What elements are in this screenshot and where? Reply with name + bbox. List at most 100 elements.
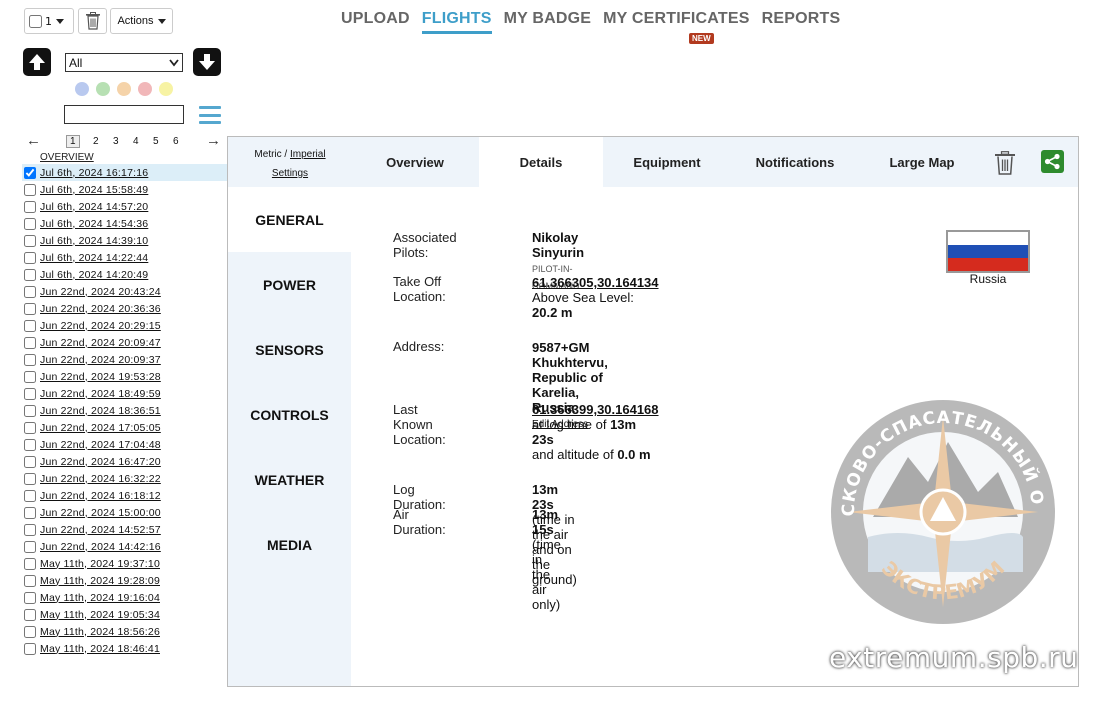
flight-checkbox[interactable] — [24, 285, 36, 298]
flight-link[interactable]: Jun 22nd, 2024 18:49:59 — [40, 388, 161, 400]
share-button[interactable] — [1041, 150, 1064, 173]
flight-checkbox[interactable] — [24, 591, 36, 604]
flight-link[interactable]: May 11th, 2024 19:28:09 — [40, 575, 160, 587]
flight-checkbox[interactable] — [24, 557, 36, 570]
section-controls[interactable]: CONTROLS — [228, 382, 351, 447]
tab-overview[interactable]: Overview — [352, 137, 478, 187]
flight-checkbox[interactable] — [24, 302, 36, 315]
flight-checkbox[interactable] — [24, 234, 36, 247]
flight-link[interactable]: Jul 6th, 2024 14:22:44 — [40, 252, 148, 264]
select-count-dropdown[interactable]: 1 — [24, 8, 74, 34]
flight-checkbox[interactable] — [24, 251, 36, 264]
flight-list-item[interactable]: Jun 22nd, 2024 17:04:48 — [22, 436, 228, 453]
flight-link[interactable]: Jun 22nd, 2024 20:09:37 — [40, 354, 161, 366]
flight-checkbox[interactable] — [24, 540, 36, 553]
flight-link[interactable]: Jun 22nd, 2024 20:29:15 — [40, 320, 161, 332]
flight-checkbox[interactable] — [24, 608, 36, 621]
flight-list-item[interactable]: Jul 6th, 2024 14:20:49 — [22, 266, 228, 283]
color-filter-blue[interactable] — [75, 82, 89, 96]
tab-details[interactable]: Details — [479, 137, 603, 187]
flight-link[interactable]: Jun 22nd, 2024 14:42:16 — [40, 541, 161, 553]
flight-checkbox[interactable] — [24, 387, 36, 400]
flight-list-item[interactable]: Jun 22nd, 2024 14:52:57 — [22, 521, 228, 538]
flight-link[interactable]: Jun 22nd, 2024 19:53:28 — [40, 371, 161, 383]
section-power[interactable]: POWER — [228, 252, 351, 317]
flight-link[interactable]: Jul 6th, 2024 15:58:49 — [40, 184, 148, 196]
flight-link[interactable]: Jun 22nd, 2024 18:36:51 — [40, 405, 161, 417]
nav-reports[interactable]: REPORTS — [762, 10, 841, 34]
flight-list-item[interactable]: Jun 22nd, 2024 19:53:28 — [22, 368, 228, 385]
flight-checkbox[interactable] — [24, 404, 36, 417]
flight-checkbox[interactable] — [24, 489, 36, 502]
last-coords-link[interactable]: 61.366399,30.164168 — [532, 402, 659, 417]
page-6[interactable]: 6 — [173, 136, 179, 147]
arrow-left-icon[interactable]: ← — [26, 132, 41, 149]
units-metric[interactable]: Metric — [254, 149, 281, 160]
flight-list-item[interactable]: Jul 6th, 2024 14:22:44 — [22, 249, 228, 266]
flight-list-item[interactable]: May 11th, 2024 19:16:04 — [22, 589, 228, 606]
flight-list-item[interactable]: Jun 22nd, 2024 16:47:20 — [22, 453, 228, 470]
flight-link[interactable]: Jul 6th, 2024 14:54:36 — [40, 218, 148, 230]
nav-my-badge[interactable]: MY BADGE — [504, 10, 592, 34]
flight-list-item[interactable]: May 11th, 2024 19:28:09 — [22, 572, 228, 589]
flight-checkbox[interactable] — [24, 642, 36, 655]
flight-link[interactable]: Jul 6th, 2024 14:20:49 — [40, 269, 148, 281]
tab-equipment[interactable]: Equipment — [604, 137, 730, 187]
flight-list-item[interactable]: Jul 6th, 2024 15:58:49 — [22, 181, 228, 198]
flight-checkbox[interactable] — [24, 523, 36, 536]
section-sensors[interactable]: SENSORS — [228, 317, 351, 382]
flight-link[interactable]: May 11th, 2024 18:46:41 — [40, 643, 160, 655]
flight-list-item[interactable]: Jun 22nd, 2024 14:42:16 — [22, 538, 228, 555]
flight-list-item[interactable]: Jun 22nd, 2024 17:05:05 — [22, 419, 228, 436]
flight-link[interactable]: May 11th, 2024 18:56:26 — [40, 626, 160, 638]
color-filter-green[interactable] — [96, 82, 110, 96]
flight-link[interactable]: Jul 6th, 2024 16:17:16 — [40, 167, 148, 179]
flight-list-item[interactable]: Jun 22nd, 2024 16:18:12 — [22, 487, 228, 504]
flight-list-item[interactable]: Jun 22nd, 2024 20:09:47 — [22, 334, 228, 351]
flight-list-item[interactable]: Jun 22nd, 2024 18:36:51 — [22, 402, 228, 419]
sort-up-button[interactable] — [23, 48, 51, 76]
flight-link[interactable]: Jun 22nd, 2024 16:32:22 — [40, 473, 161, 485]
flight-list-item[interactable]: Jun 22nd, 2024 20:29:15 — [22, 317, 228, 334]
flight-list-item[interactable]: Jun 22nd, 2024 18:49:59 — [22, 385, 228, 402]
flight-link[interactable]: Jun 22nd, 2024 17:04:48 — [40, 439, 161, 451]
flight-link[interactable]: May 11th, 2024 19:16:04 — [40, 592, 160, 604]
flight-checkbox[interactable] — [24, 166, 36, 179]
settings-link[interactable]: Settings — [272, 168, 308, 179]
flight-checkbox[interactable] — [24, 183, 36, 196]
flight-link[interactable]: Jun 22nd, 2024 20:09:47 — [40, 337, 161, 349]
nav-upload[interactable]: UPLOAD — [341, 10, 410, 34]
color-filter-orange[interactable] — [117, 82, 131, 96]
flight-list-item[interactable]: Jul 6th, 2024 14:54:36 — [22, 215, 228, 232]
flight-list-item[interactable]: Jun 22nd, 2024 20:43:24 — [22, 283, 228, 300]
flight-search-input[interactable] — [64, 105, 184, 124]
page-2[interactable]: 2 — [93, 136, 99, 147]
flight-link[interactable]: Jun 22nd, 2024 16:18:12 — [40, 490, 161, 502]
flight-checkbox[interactable] — [24, 574, 36, 587]
flight-list-item[interactable]: Jun 22nd, 2024 20:36:36 — [22, 300, 228, 317]
flight-link[interactable]: Jul 6th, 2024 14:57:20 — [40, 201, 148, 213]
flight-link[interactable]: May 11th, 2024 19:37:10 — [40, 558, 160, 570]
flight-checkbox[interactable] — [24, 438, 36, 451]
flight-list-item[interactable]: Jun 22nd, 2024 16:32:22 — [22, 470, 228, 487]
flight-filter-select[interactable]: All — [65, 53, 183, 72]
takeoff-coords-link[interactable]: 61.366305,30.164134 — [532, 275, 659, 290]
flight-checkbox[interactable] — [24, 506, 36, 519]
flight-checkbox[interactable] — [24, 370, 36, 383]
flight-link[interactable]: Jun 22nd, 2024 17:05:05 — [40, 422, 161, 434]
flight-checkbox[interactable] — [24, 625, 36, 638]
overview-link[interactable]: OVERVIEW — [40, 152, 94, 163]
flight-link[interactable]: May 11th, 2024 19:05:34 — [40, 609, 160, 621]
flight-link[interactable]: Jun 22nd, 2024 16:47:20 — [40, 456, 161, 468]
flight-checkbox[interactable] — [24, 319, 36, 332]
flight-checkbox[interactable] — [24, 268, 36, 281]
flight-list-item[interactable]: May 11th, 2024 19:05:34 — [22, 606, 228, 623]
trash-icon[interactable] — [994, 151, 1016, 175]
menu-icon[interactable] — [199, 106, 221, 124]
flight-checkbox[interactable] — [24, 336, 36, 349]
section-general[interactable]: GENERAL — [228, 187, 351, 252]
actions-dropdown[interactable]: Actions — [110, 8, 173, 34]
select-all-checkbox[interactable] — [29, 14, 42, 28]
color-filter-red[interactable] — [138, 82, 152, 96]
section-media[interactable]: MEDIA — [228, 512, 351, 577]
